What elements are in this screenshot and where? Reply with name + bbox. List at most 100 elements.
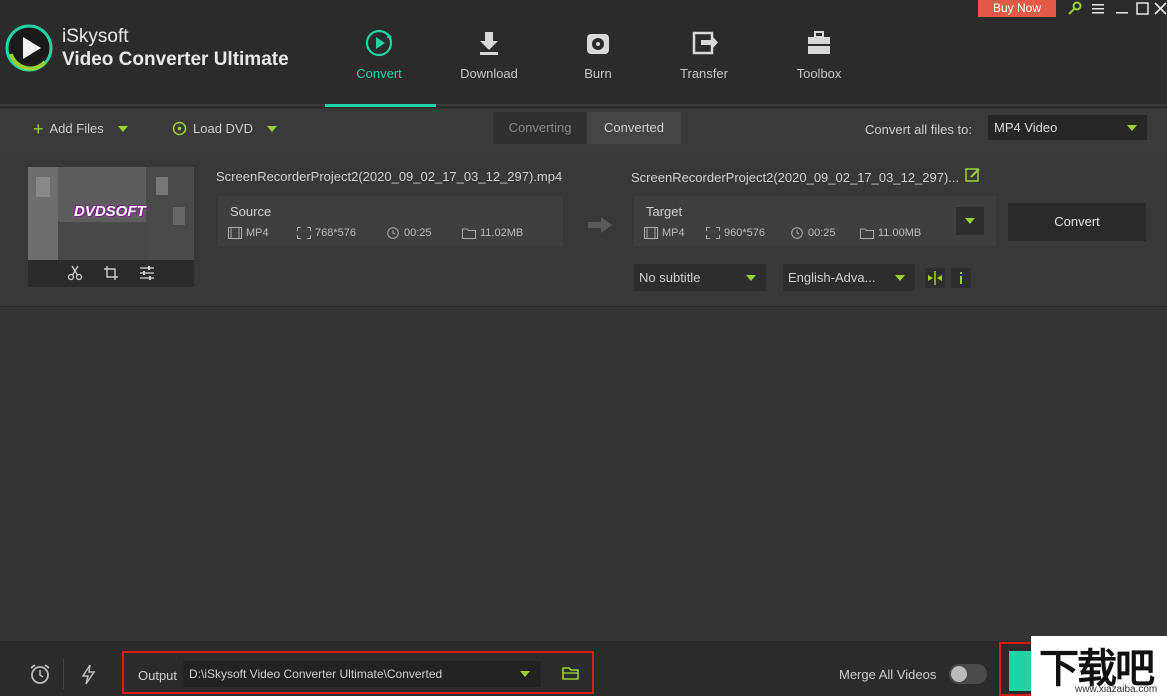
info-icon[interactable] (951, 268, 971, 288)
output-path-select[interactable]: D:\iSkysoft Video Converter Ultimate\Con… (183, 661, 541, 687)
target-format: MP4 (644, 227, 685, 239)
close-icon[interactable] (1152, 0, 1167, 18)
add-files-label: Add Files (49, 121, 104, 136)
audio-track-select[interactable]: English-Adva... (783, 264, 915, 291)
crop-icon[interactable] (103, 265, 119, 281)
audio-track-value: English-Adva... (788, 270, 876, 285)
transfer-icon (692, 31, 718, 55)
toggle-knob (951, 666, 967, 682)
clock-icon (791, 227, 803, 239)
merge-all-videos-label: Merge All Videos (839, 667, 937, 682)
output-label: Output (138, 668, 178, 683)
toolbox-icon (808, 31, 830, 54)
film-icon (644, 227, 658, 239)
source-title: Source (230, 204, 272, 219)
convert-all-format-value: MP4 Video (994, 120, 1058, 135)
tab-convert[interactable]: Convert (334, 28, 424, 81)
convert-icon (365, 29, 393, 57)
tab-download-label: Download (460, 66, 518, 81)
target-format-value: MP4 (662, 227, 685, 239)
app-logo-icon (5, 24, 53, 72)
arrow-right-icon (588, 217, 612, 233)
target-size: 11.00MB (860, 227, 921, 239)
target-title: Target (646, 204, 683, 219)
merge-all-videos-toggle[interactable] (949, 664, 987, 684)
thumbnail-toolbar (28, 260, 194, 287)
source-format: MP4 (228, 227, 269, 239)
file-row: DVDSOFT ScreenRecorderProject2(2020_09_0… (0, 151, 1167, 307)
header-divider (0, 104, 1167, 106)
app-header: iSkysoft Video Converter Ultimate Conver… (0, 0, 1167, 108)
chevron-down-icon (520, 671, 530, 677)
thumbnail-logo-text: DVDSOFT (74, 203, 146, 220)
tab-toolbox-label: Toolbox (796, 66, 842, 81)
target-duration: 00:25 (790, 227, 836, 239)
footer-bar: Output D:\iSkysoft Video Converter Ultim… (0, 641, 1167, 696)
chevron-down-icon[interactable] (117, 125, 128, 132)
load-dvd-label: Load DVD (193, 121, 253, 136)
add-files-button[interactable]: + Add Files (33, 118, 128, 139)
menu-icon[interactable] (1089, 0, 1107, 18)
source-resolution-value: 768*576 (315, 227, 356, 239)
source-resolution: 768*576 (297, 227, 356, 239)
folder-icon (462, 228, 476, 239)
chevron-down-icon[interactable] (266, 125, 277, 132)
load-dvd-button[interactable]: Load DVD (172, 121, 277, 136)
tab-download[interactable]: Download (444, 28, 534, 81)
output-path-value: D:\iSkysoft Video Converter Ultimate\Con… (189, 667, 443, 681)
toolbar: + Add Files Load DVD Converting Converte… (0, 109, 1167, 151)
key-icon[interactable] (1066, 0, 1084, 18)
target-info-panel: Target MP4 960*576 00:25 11.00MB (634, 196, 996, 246)
alarm-clock-icon[interactable] (29, 663, 51, 685)
folder-icon (860, 228, 874, 239)
convert-all-format-select[interactable]: MP4 Video (988, 115, 1147, 140)
clock-icon (387, 227, 399, 239)
source-size-value: 11.02MB (480, 227, 524, 239)
effects-sliders-icon[interactable] (139, 265, 155, 281)
buy-now-button[interactable]: Buy Now (978, 0, 1056, 17)
site-watermark: 下载吧 www.xiazaiba.com (1031, 636, 1167, 696)
convert-all-button[interactable] (1009, 651, 1033, 691)
chevron-down-icon (746, 275, 756, 281)
source-file-name: ScreenRecorderProject2(2020_09_02_17_03_… (216, 169, 563, 184)
target-file-name: ScreenRecorderProject2(2020_09_02_17_03_… (631, 170, 960, 185)
subtitle-select[interactable]: No subtitle (634, 264, 766, 291)
burn-icon (587, 34, 609, 54)
tab-transfer-label: Transfer (680, 66, 728, 81)
edit-name-icon[interactable] (965, 167, 981, 183)
lightning-icon[interactable] (78, 663, 100, 685)
tab-convert-label: Convert (356, 66, 402, 81)
app-name-line1: iSkysoft (62, 26, 129, 47)
tab-transfer[interactable]: Transfer (659, 28, 749, 81)
watermark-url: www.xiazaiba.com (1075, 684, 1158, 695)
resolution-icon (297, 227, 311, 239)
plus-icon: + (33, 118, 44, 139)
download-icon (480, 32, 498, 55)
tab-burn-label: Burn (584, 66, 612, 81)
convert-button[interactable]: Convert (1008, 203, 1146, 241)
target-format-dropdown[interactable] (956, 207, 984, 235)
tab-toolbox[interactable]: Toolbox (774, 28, 864, 81)
video-thumbnail[interactable]: DVDSOFT (28, 167, 194, 260)
source-size: 11.02MB (462, 227, 523, 239)
active-tab-indicator (325, 104, 436, 107)
resolution-icon (706, 227, 720, 239)
chevron-down-icon (895, 275, 905, 281)
source-duration: 00:25 (386, 227, 432, 239)
merge-split-icon[interactable] (925, 268, 945, 288)
chevron-down-icon (965, 218, 975, 224)
target-resolution-value: 960*576 (724, 227, 765, 239)
convert-all-label: Convert all files to: (865, 122, 972, 137)
subtitle-value: No subtitle (639, 270, 701, 285)
source-info-panel: Source MP4 768*576 00:25 11.02MB (218, 196, 563, 246)
target-size-value: 11.00MB (878, 227, 922, 239)
tab-converted[interactable]: Converted (587, 112, 681, 144)
tab-burn[interactable]: Burn (553, 28, 643, 81)
scissors-icon[interactable] (67, 265, 83, 281)
maximize-icon[interactable] (1134, 0, 1152, 18)
open-folder-icon[interactable] (562, 666, 580, 681)
footer-divider (63, 659, 64, 689)
minimize-icon[interactable] (1113, 0, 1131, 18)
film-icon (228, 227, 242, 239)
tab-converting[interactable]: Converting (493, 112, 587, 144)
